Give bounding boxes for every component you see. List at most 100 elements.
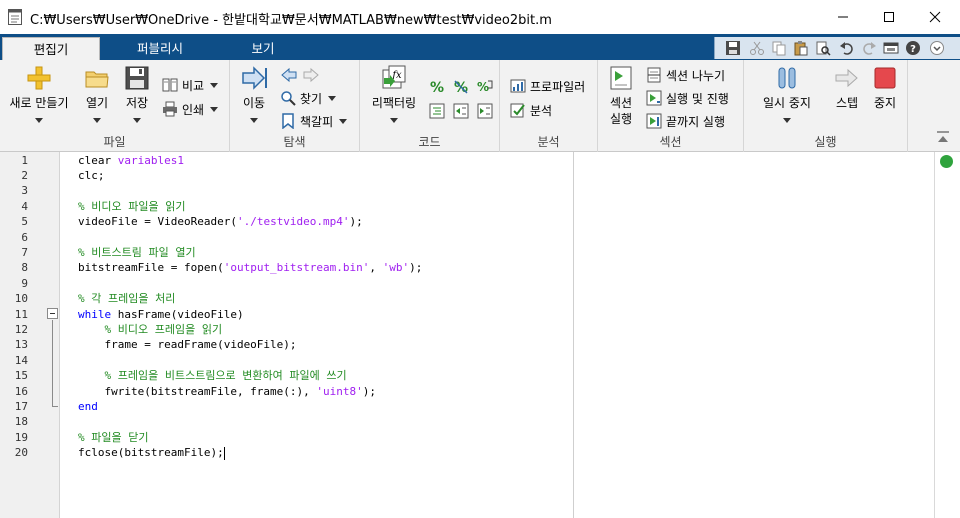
smart-indent-icon[interactable] — [428, 102, 446, 120]
code-editor[interactable]: 1 2 3 4 5 6 7 8 9 10 11 12 13 14 15 16 17 18 19 20 clear va… — [0, 152, 960, 518]
open-label: 열기 — [85, 96, 109, 110]
line-number: 12 — [14, 322, 28, 336]
run-to-end-button[interactable]: 끝까지 실행 — [646, 111, 725, 131]
comment-icon[interactable]: % — [428, 78, 446, 96]
run-section-button[interactable]: 섹션 실행 — [602, 64, 640, 126]
run-group: 일시 중지 스텝 중지 실행 — [744, 60, 908, 152]
decrease-indent-icon[interactable] — [452, 102, 470, 120]
help-icon[interactable]: ? — [905, 40, 921, 56]
step-button[interactable]: 스텝 — [830, 64, 864, 110]
code-line[interactable]: % 각 프레임을 처리 — [78, 291, 175, 306]
save-label: 저장 — [125, 96, 149, 110]
copy-icon[interactable] — [771, 40, 787, 56]
goto-button[interactable]: 이동 — [236, 64, 272, 123]
analyze-check-icon — [510, 103, 525, 118]
code-line[interactable]: clear variables1 — [78, 153, 184, 168]
line-number: 14 — [14, 353, 28, 367]
code-line[interactable]: bitstreamFile = fopen('output_bitstream.… — [78, 260, 422, 275]
section-break-button[interactable]: 섹션 나누기 — [646, 65, 725, 85]
close-icon — [929, 11, 941, 23]
paste-icon[interactable] — [793, 40, 809, 56]
back-arrow-icon[interactable] — [280, 66, 298, 84]
analyze-group-label: 분석 — [537, 135, 560, 149]
code-line[interactable]: frame = readFrame(videoFile); — [78, 337, 296, 352]
minimize-button[interactable] — [820, 0, 866, 34]
pause-label: 일시 중지 — [763, 96, 811, 110]
line-number: 6 — [21, 230, 28, 244]
save-button[interactable]: 저장 — [120, 64, 154, 123]
find-files-icon[interactable] — [815, 40, 831, 56]
line-number: 2 — [21, 168, 28, 182]
run-section-label-2: 실행 — [609, 112, 633, 126]
refactor-label: 리팩터링 — [371, 96, 417, 110]
new-plus-icon — [27, 66, 51, 90]
tab-editor[interactable]: 편집기 — [2, 37, 100, 60]
code-line[interactable]: % 파일을 닫기 — [78, 430, 148, 445]
code-line[interactable]: videoFile = VideoReader('./testvideo.mp4… — [78, 214, 363, 229]
switch-windows-icon[interactable] — [883, 40, 899, 56]
fold-toggle[interactable] — [47, 308, 58, 319]
code-line[interactable]: fwrite(bitstreamFile, frame(:), 'uint8')… — [78, 384, 376, 399]
line-number: 3 — [21, 184, 28, 198]
forward-arrow-icon[interactable] — [302, 66, 320, 84]
line-number: 16 — [14, 384, 28, 398]
profiler-button[interactable]: 프로파일러 — [510, 76, 585, 96]
pause-button[interactable]: 일시 중지 — [758, 64, 816, 123]
maximize-icon — [884, 12, 894, 22]
bookmark-label: 책갈피 — [300, 114, 334, 129]
stop-label: 중지 — [873, 96, 897, 110]
open-button[interactable]: 열기 — [80, 64, 114, 123]
uncomment-icon[interactable]: % — [452, 78, 470, 96]
wrap-comments-icon[interactable]: % — [476, 78, 494, 96]
compare-button[interactable]: 비교 — [162, 75, 219, 95]
cut-icon[interactable] — [749, 40, 765, 56]
editor-document-icon — [8, 9, 22, 25]
scrollbar-divider — [934, 152, 935, 518]
analyze-group: 프로파일러 분석 분석 — [500, 60, 598, 152]
tab-publish[interactable]: 퍼블리시 — [112, 37, 208, 60]
find-label: 찾기 — [300, 91, 323, 106]
print-button[interactable]: 인쇄 — [162, 99, 219, 119]
code-line[interactable]: % 비디오 파일을 읽기 — [78, 199, 185, 214]
code-line[interactable]: % 비트스트림 파일 열기 — [78, 245, 196, 260]
close-button[interactable] — [912, 0, 958, 34]
open-folder-icon — [85, 71, 109, 88]
code-line[interactable]: while hasFrame(videoFile) — [78, 307, 244, 322]
line-number: 20 — [14, 446, 28, 460]
navigate-group: 이동 찾기 책갈피 탐색 — [230, 60, 360, 152]
tab-view[interactable]: 보기 — [218, 37, 308, 60]
code-line[interactable]: % 프레임을 비트스트림으로 변환하여 파일에 쓰기 — [78, 368, 346, 383]
chevron-down-icon[interactable] — [929, 40, 945, 56]
line-number: 11 — [14, 307, 28, 321]
undo-icon[interactable] — [839, 40, 855, 56]
bookmark-button[interactable]: 책갈피 — [280, 111, 348, 131]
line-number: 10 — [14, 292, 28, 306]
code-analyzer-ok-indicator[interactable] — [940, 155, 953, 168]
new-button[interactable]: 새로 만들기 — [6, 64, 72, 123]
code-line[interactable]: clc; — [78, 168, 105, 183]
find-button[interactable]: 찾기 — [280, 88, 337, 108]
code-line[interactable]: % 비디오 프레임을 읽기 — [78, 322, 222, 337]
analyze-button[interactable]: 분석 — [510, 100, 552, 120]
increase-indent-icon[interactable] — [476, 102, 494, 120]
analyze-label: 분석 — [530, 103, 553, 118]
section-break-label: 섹션 나누기 — [666, 68, 726, 83]
run-and-advance-button[interactable]: 실행 및 진행 — [646, 88, 729, 108]
code-area[interactable]: clear variables1 clc; % 비디오 파일을 읽기 videoFil… — [78, 152, 572, 518]
run-advance-label: 실행 및 진행 — [666, 91, 729, 106]
maximize-button[interactable] — [866, 0, 912, 34]
toolstrip: 새로 만들기 열기 저장 비교 인쇄 파일 이동 찾기 책갈피 탐색 fx 리팩… — [0, 60, 960, 152]
step-label: 스텝 — [835, 96, 859, 110]
save-icon[interactable] — [725, 40, 741, 56]
code-line[interactable]: fclose(bitstreamFile); — [78, 445, 225, 460]
run-section-icon — [610, 66, 632, 90]
bookmark-icon — [282, 113, 294, 129]
code-line[interactable]: end — [78, 399, 98, 414]
redo-icon[interactable] — [861, 40, 877, 56]
section-group-label: 섹션 — [659, 135, 682, 149]
collapse-toolstrip-icon[interactable] — [936, 130, 950, 144]
file-group-label: 파일 — [103, 135, 126, 149]
stop-button[interactable]: 중지 — [870, 64, 900, 110]
code-group: fx 리팩터링 % % % 코드 — [360, 60, 500, 152]
refactor-button[interactable]: fx 리팩터링 — [366, 64, 422, 123]
